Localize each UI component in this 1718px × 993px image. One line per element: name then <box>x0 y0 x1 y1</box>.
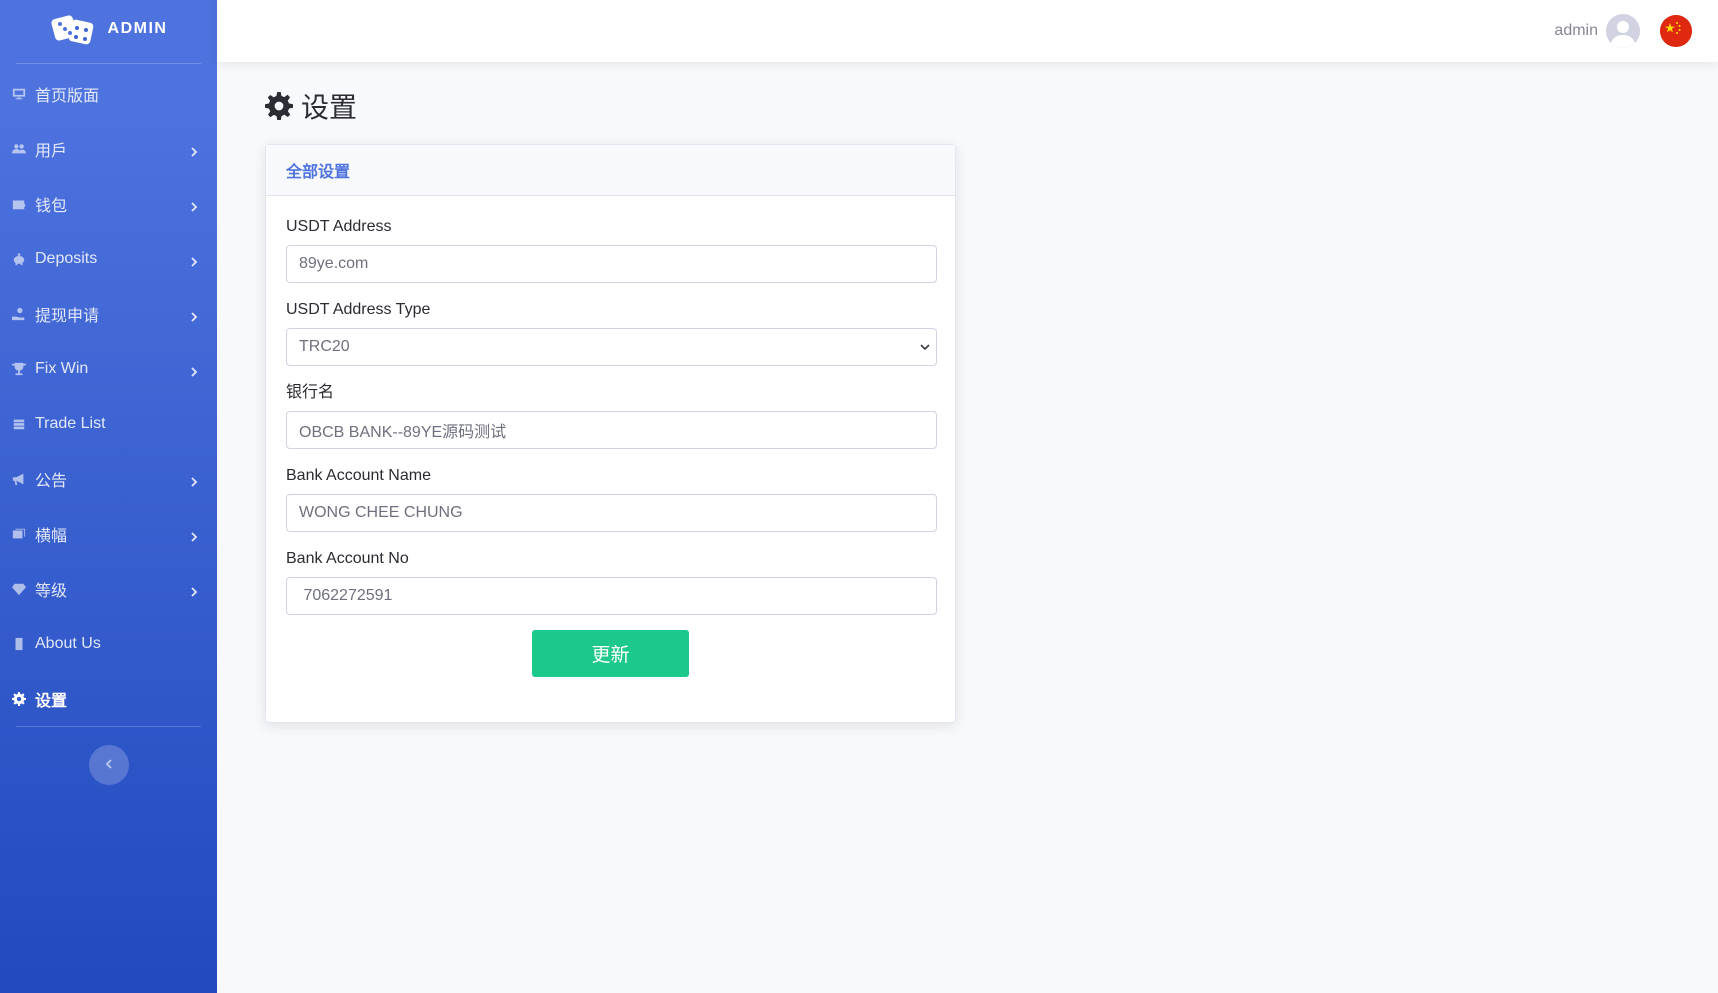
user-name[interactable]: admin <box>1554 22 1598 40</box>
form-group-bank-name: 银行名 <box>286 384 937 449</box>
brand[interactable]: ADMIN <box>0 0 217 58</box>
sidebar: ADMIN 首页版面 用戶 钱包 Deposits 提现申请 Fix Win T… <box>0 0 217 993</box>
chevron-left-icon <box>104 756 114 774</box>
sidebar-item-label: Trade List <box>35 414 106 432</box>
chevron-right-icon <box>189 144 199 157</box>
sidebar-item-label: 等级 <box>35 582 68 600</box>
trophy-icon <box>12 362 26 376</box>
chevron-right-icon <box>189 364 199 377</box>
megaphone-icon <box>12 472 26 486</box>
main-content: 设置 全部设置 USDT Address USDT Address Type T… <box>265 86 956 723</box>
form-group-usdt-type: USDT Address Type TRC20 <box>286 301 937 366</box>
chevron-right-icon <box>189 474 199 487</box>
sidebar-item-label: 用戶 <box>35 142 68 160</box>
sidebar-item-withdrawals[interactable]: 提现申请 <box>0 286 217 341</box>
usdt-type-select[interactable]: TRC20 <box>286 328 937 366</box>
account-name-input[interactable] <box>286 494 937 532</box>
usdt-address-label: USDT Address <box>286 218 392 235</box>
chevron-right-icon <box>189 309 199 322</box>
sidebar-item-label: 设置 <box>35 692 68 710</box>
language-flag-icon[interactable] <box>1660 15 1692 47</box>
settings-card: 全部设置 USDT Address USDT Address Type TRC2… <box>265 144 956 723</box>
chevron-right-icon <box>189 529 199 542</box>
account-name-label: Bank Account Name <box>286 467 431 484</box>
sidebar-item-levels[interactable]: 等级 <box>0 561 217 616</box>
form-group-account-name: Bank Account Name <box>286 467 937 532</box>
update-button[interactable]: 更新 <box>532 630 689 677</box>
card-header: 全部设置 <box>266 145 955 196</box>
brand-title: ADMIN <box>107 20 168 37</box>
chevron-right-icon <box>189 584 199 597</box>
sidebar-item-label: 公告 <box>35 472 68 490</box>
sidebar-item-users[interactable]: 用戶 <box>0 121 217 176</box>
topbar: admin <box>217 0 1718 62</box>
sidebar-item-label: 提现申请 <box>35 307 100 325</box>
sidebar-item-settings[interactable]: 设置 <box>0 671 217 726</box>
page-title-text: 设置 <box>301 92 358 123</box>
sidebar-item-wallet[interactable]: 钱包 <box>0 176 217 231</box>
usdt-type-selected: TRC20 <box>299 338 350 355</box>
usdt-type-label: USDT Address Type <box>286 301 431 318</box>
form-group-account-no: Bank Account No <box>286 550 937 615</box>
gem-icon <box>12 582 26 596</box>
images-icon <box>12 527 26 541</box>
bank-name-input[interactable] <box>286 411 937 449</box>
sidebar-item-label: 钱包 <box>35 197 68 215</box>
layers-icon <box>12 417 26 431</box>
user-icon <box>1606 14 1640 48</box>
gear-icon <box>12 691 26 706</box>
building-icon <box>12 637 26 651</box>
sidebar-item-fix-win[interactable]: Fix Win <box>0 341 217 396</box>
sidebar-item-label: Deposits <box>35 249 98 267</box>
users-icon <box>12 142 26 156</box>
desktop-icon <box>12 87 26 101</box>
avatar[interactable] <box>1606 14 1640 48</box>
page-title: 设置 <box>265 86 357 126</box>
usdt-type-select-wrap: TRC20 <box>286 328 937 366</box>
hand-money-icon <box>12 307 26 321</box>
card-body: USDT Address USDT Address Type TRC20 银行名… <box>266 196 955 677</box>
bank-name-label: 银行名 <box>286 384 335 401</box>
piggy-bank-icon <box>12 252 26 266</box>
account-no-input[interactable] <box>286 577 937 615</box>
chevron-right-icon <box>189 199 199 212</box>
sidebar-item-label: 横幅 <box>35 527 68 545</box>
form-group-usdt-address: USDT Address <box>286 218 937 283</box>
dice-icon <box>50 13 96 45</box>
sidebar-item-deposits[interactable]: Deposits <box>0 231 217 286</box>
usdt-address-input[interactable] <box>286 245 937 283</box>
sidebar-item-about-us[interactable]: About Us <box>0 616 217 671</box>
wallet-icon <box>12 197 26 211</box>
sidebar-toggle-button[interactable] <box>88 745 129 785</box>
sidebar-item-announcements[interactable]: 公告 <box>0 451 217 506</box>
account-no-label: Bank Account No <box>286 550 409 567</box>
sidebar-nav: 首页版面 用戶 钱包 Deposits 提现申请 Fix Win Trade L… <box>0 64 217 726</box>
sidebar-item-label: Fix Win <box>35 359 89 377</box>
chevron-right-icon <box>189 254 199 267</box>
sidebar-divider <box>16 726 201 727</box>
sidebar-item-banners[interactable]: 横幅 <box>0 506 217 561</box>
sidebar-item-trade-list[interactable]: Trade List <box>0 396 217 451</box>
sidebar-item-label: About Us <box>35 634 101 652</box>
sidebar-item-dashboard[interactable]: 首页版面 <box>0 66 217 121</box>
gear-icon <box>265 92 293 120</box>
sidebar-item-label: 首页版面 <box>35 87 100 105</box>
